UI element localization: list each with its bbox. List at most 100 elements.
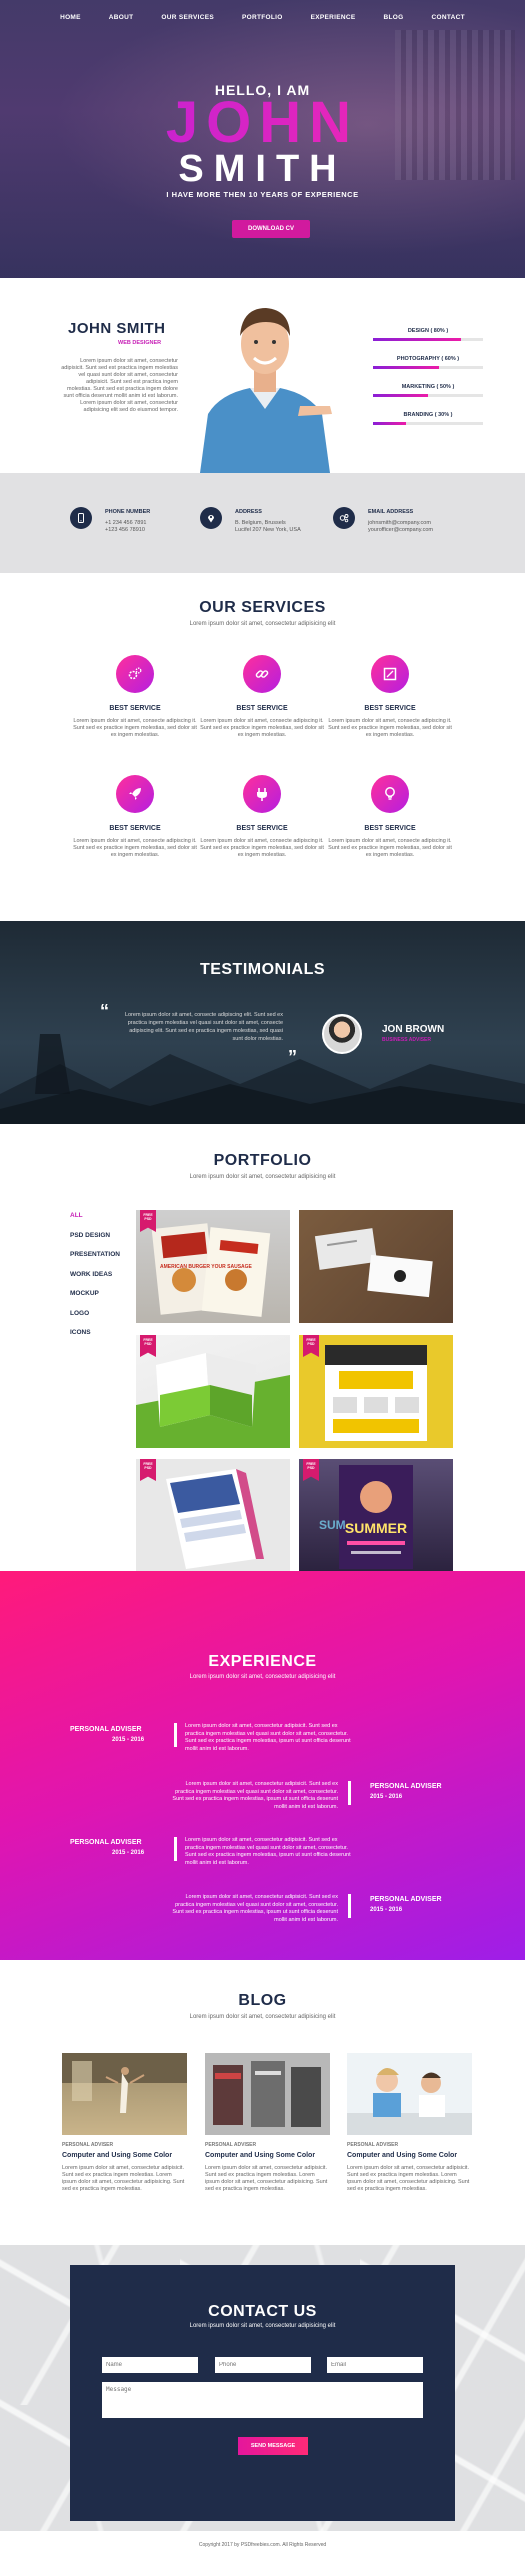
blog-post-title[interactable]: Computer and Using Some Color (62, 2152, 187, 2159)
nav-experience[interactable]: EXPERIENCE (311, 14, 356, 21)
nav-about[interactable]: ABOUT (109, 14, 134, 21)
skill-bar (373, 338, 483, 341)
info-line[interactable]: yourofficer@company.com (368, 527, 433, 533)
blog-subtitle: Lorem ipsum dolor sit amet, consectetur … (189, 2014, 336, 2020)
send-message-button[interactable]: SEND MESSAGE (238, 2437, 308, 2455)
skill-fill (373, 366, 439, 369)
nav-portfolio[interactable]: PORTFOLIO (242, 14, 283, 21)
filter-icons[interactable]: ICONS (70, 1329, 120, 1349)
blog-post-image[interactable] (205, 2053, 330, 2135)
crop-icon (371, 655, 409, 693)
plug-icon (243, 775, 281, 813)
skill-design: DESIGN ( 80% ) (373, 328, 483, 356)
experience-role: PERSONAL ADVISER (70, 1726, 142, 1733)
contact-info-section: PHONE NUMBER +1 234 456 7891 +123 456 78… (0, 473, 525, 573)
email-field[interactable] (327, 2357, 423, 2373)
timeline-marker (348, 1781, 351, 1805)
portfolio-item[interactable]: AMERICAN BURGER YOUR SAUSAGE FREE PSD (136, 1210, 290, 1323)
burger-flyer-image: AMERICAN BURGER YOUR SAUSAGE (151, 1223, 271, 1317)
skill-fill (373, 422, 406, 425)
contact-subtitle: Lorem ipsum dolor sit amet, consectetur … (189, 2323, 336, 2329)
experience-text: Lorem ipsum dolor sit amet, consectetur … (172, 1781, 338, 1810)
hero-section: HOME ABOUT OUR SERVICES PORTFOLIO EXPERI… (0, 0, 525, 278)
about-role: WEB DESIGNER (118, 340, 162, 346)
about-text: Lorem ipsum dolor sit amet, consectetur … (61, 358, 178, 413)
quote-close-icon: ” (288, 1047, 297, 1067)
blog-post-title[interactable]: Computer and Using Some Color (205, 2152, 330, 2159)
filter-all[interactable]: ALL (70, 1212, 120, 1232)
skill-branding: BRANDING ( 30% ) (373, 412, 483, 440)
ribbon-label: FREE PSD (143, 1462, 153, 1470)
info-title: EMAIL ADDRESS (368, 509, 414, 515)
portfolio-item[interactable]: FREE PSD (299, 1335, 453, 1448)
blog-post-image[interactable] (347, 2053, 472, 2135)
filter-psd-design[interactable]: PSD DESIGN (70, 1232, 120, 1252)
blog-title: BLOG (238, 1992, 287, 2009)
skill-label: BRANDING ( 30% ) (403, 412, 453, 418)
skill-bar (373, 394, 483, 397)
service-card: BEST SERVICE Lorem ipsum dolor sit amet,… (197, 775, 327, 859)
service-card: BEST SERVICE Lorem ipsum dolor sit amet,… (197, 655, 327, 739)
blog-post[interactable]: PERSONAL ADVISER Computer and Using Some… (205, 2053, 330, 2193)
service-card: BEST SERVICE Lorem ipsum dolor sit amet,… (70, 775, 200, 859)
blog-post-text: Lorem ipsum dolor sit amet, consectetur … (62, 2165, 185, 2192)
portfolio-item[interactable]: FREE PSD (136, 1335, 290, 1448)
service-title: BEST SERVICE (236, 825, 288, 832)
portfolio-title: PORTFOLIO (213, 1152, 312, 1169)
blog-post-title[interactable]: Computer and Using Some Color (347, 2152, 472, 2159)
filter-mockup[interactable]: MOCKUP (70, 1290, 120, 1310)
portfolio-item[interactable]: SUMMER SUM FREE PSD (299, 1459, 453, 1571)
rocket-icon (116, 775, 154, 813)
business-card-image (314, 1228, 433, 1298)
download-cv-button[interactable]: DOWNLOAD CV (232, 220, 310, 238)
info-title: PHONE NUMBER (105, 509, 151, 515)
nav-services[interactable]: OUR SERVICES (161, 14, 214, 21)
experience-role: PERSONAL ADVISER (370, 1896, 442, 1903)
skill-photography: PHOTOGRAPHY ( 60% ) (373, 356, 483, 384)
service-text: Lorem ipsum dolor sit amet, consecte adi… (328, 838, 452, 858)
portfolio-item[interactable] (299, 1210, 453, 1323)
phone-field[interactable] (215, 2357, 311, 2373)
skill-bar (373, 422, 483, 425)
website-template-image (325, 1345, 427, 1441)
nav-blog[interactable]: BLOG (384, 14, 404, 21)
experience-text: Lorem ipsum dolor sit amet, consectetur … (185, 1837, 351, 1866)
experience-title: EXPERIENCE (208, 1653, 317, 1670)
testimonial-avatar (322, 1014, 362, 1054)
hero-first-name: JOHN (0, 92, 525, 154)
info-line[interactable]: johnsmith@company.com (368, 520, 431, 526)
quote-open-icon: “ (100, 1001, 109, 1021)
skill-label: PHOTOGRAPHY ( 60% ) (396, 356, 460, 362)
summer-party-flyer-image: SUMMER SUM (319, 1465, 413, 1569)
experience-subtitle: Lorem ipsum dolor sit amet, consectetur … (189, 1674, 336, 1680)
portfolio-item[interactable]: FREE PSD (136, 1459, 290, 1571)
blog-post[interactable]: PERSONAL ADVISER Computer and Using Some… (347, 2053, 472, 2193)
nav-home[interactable]: HOME (60, 14, 81, 21)
blog-post-image[interactable] (62, 2053, 187, 2135)
blog-post-text: Lorem ipsum dolor sit amet, consectetur … (347, 2165, 470, 2192)
main-nav: HOME ABOUT OUR SERVICES PORTFOLIO EXPERI… (0, 14, 525, 21)
filter-presentation[interactable]: PRESENTATION (70, 1251, 120, 1271)
testimonials-section: TESTIMONIALS “ ” Lorem ipsum dolor sit a… (0, 921, 525, 1124)
nav-contact[interactable]: CONTACT (432, 14, 465, 21)
about-section: JOHN SMITH WEB DESIGNER Lorem ipsum dolo… (0, 278, 525, 473)
experience-role: PERSONAL ADVISER (370, 1783, 442, 1790)
blog-post-category: PERSONAL ADVISER (62, 2142, 114, 2148)
experience-date: 2015 - 2016 (370, 1907, 403, 1913)
blog-post[interactable]: PERSONAL ADVISER Computer and Using Some… (62, 2053, 187, 2193)
testimonial-text: Lorem ipsum dolor sit amet, consecte adi… (124, 1012, 283, 1042)
service-text: Lorem ipsum dolor sit amet, consecte adi… (328, 718, 452, 738)
contact-section: CONTACT US Lorem ipsum dolor sit amet, c… (0, 2245, 525, 2531)
message-field[interactable] (102, 2382, 423, 2418)
ribbon-label: FREE PSD (143, 1338, 153, 1346)
name-field[interactable] (102, 2357, 198, 2373)
contact-form: CONTACT US Lorem ipsum dolor sit amet, c… (70, 2265, 455, 2521)
service-title: BEST SERVICE (364, 705, 416, 712)
filter-logo[interactable]: LOGO (70, 1310, 120, 1330)
copyright: Copyright 2017 by PSDfreebies.com. All R… (198, 2542, 327, 2548)
info-title: ADDRESS (235, 509, 262, 515)
services-section: OUR SERVICES Lorem ipsum dolor sit amet,… (0, 573, 525, 921)
blog-post-category: PERSONAL ADVISER (347, 2142, 399, 2148)
filter-work-ideas[interactable]: WORK IDEAS (70, 1271, 120, 1291)
mountain-background (0, 1034, 525, 1124)
